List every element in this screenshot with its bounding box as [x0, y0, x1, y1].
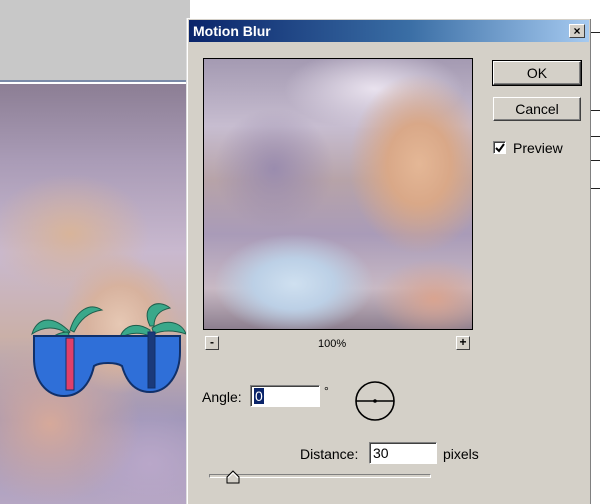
minus-icon: - — [210, 335, 214, 349]
photo-layer — [0, 84, 200, 504]
distance-slider-track[interactable] — [209, 474, 431, 478]
dialog-title: Motion Blur — [193, 23, 271, 39]
zoom-level: 100% — [318, 338, 347, 350]
close-icon: × — [573, 24, 581, 38]
close-button[interactable]: × — [569, 24, 585, 38]
distance-input[interactable]: 30 — [369, 442, 437, 464]
preview-checkbox[interactable] — [493, 141, 506, 154]
cancel-button[interactable]: Cancel — [493, 97, 581, 121]
degree-unit: ° — [324, 384, 329, 398]
angle-value: 0 — [254, 388, 264, 404]
document-window-frame — [0, 0, 190, 82]
plus-icon: + — [459, 335, 467, 349]
filter-preview-image[interactable] — [203, 58, 473, 330]
motion-blur-dialog: Motion Blur × - 100% + OK Cancel Preview… — [186, 18, 591, 504]
zoom-in-button[interactable]: + — [456, 336, 470, 350]
document-window-edge — [590, 18, 600, 504]
slider-thumb-icon[interactable] — [226, 470, 240, 484]
ok-button[interactable]: OK — [492, 60, 582, 86]
palm-tree-sunglasses-icon — [31, 303, 186, 398]
distance-unit: pixels — [443, 446, 479, 462]
angle-input[interactable]: 0 — [250, 385, 320, 407]
preview-label: Preview — [513, 140, 563, 156]
distance-label: Distance: — [300, 446, 359, 462]
checkmark-icon — [495, 143, 505, 153]
dialog-title-bar[interactable]: Motion Blur × — [189, 20, 589, 42]
angle-dial-icon[interactable] — [352, 378, 398, 424]
angle-label: Angle: — [202, 389, 242, 405]
zoom-out-button[interactable]: - — [205, 336, 219, 350]
